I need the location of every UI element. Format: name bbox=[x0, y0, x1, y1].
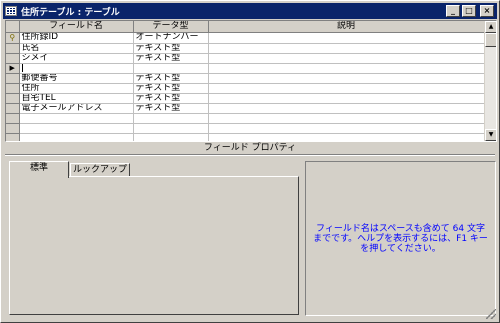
corner-selector[interactable] bbox=[6, 21, 20, 33]
general-tab-panel bbox=[9, 176, 299, 315]
data-type-cell[interactable]: オートナンバー bbox=[133, 32, 209, 44]
description-cell[interactable] bbox=[208, 32, 485, 44]
row-selector[interactable] bbox=[6, 133, 20, 141]
description-cell[interactable] bbox=[208, 123, 485, 134]
table-design-window: 住所テーブル : テーブル _ □ × フィールド名 データ型 説明 ⚲ 住所録I… bbox=[0, 0, 500, 323]
window-title: 住所テーブル : テーブル bbox=[21, 7, 120, 18]
data-type-cell[interactable]: テキスト型 bbox=[133, 43, 209, 54]
close-button[interactable]: × bbox=[480, 5, 494, 17]
data-type-cell[interactable]: テキスト型 bbox=[133, 93, 209, 104]
table-icon[interactable] bbox=[5, 6, 17, 16]
description-cell[interactable] bbox=[208, 83, 485, 94]
resize-grip-icon[interactable] bbox=[486, 309, 496, 319]
current-row-arrow-icon: ▶ bbox=[9, 63, 15, 72]
help-panel: フィールド名はスペースも含めて 64 文字までです。ヘルプを表示するには、F1 … bbox=[305, 161, 496, 316]
row-selector[interactable] bbox=[6, 43, 20, 54]
help-text: フィールド名はスペースも含めて 64 文字までです。ヘルプを表示するには、F1 … bbox=[313, 223, 488, 254]
header-field-name[interactable]: フィールド名 bbox=[19, 21, 134, 33]
row-selector[interactable] bbox=[6, 73, 20, 84]
data-type-cell[interactable]: テキスト型 bbox=[133, 103, 209, 114]
data-type-cell[interactable] bbox=[133, 113, 209, 124]
row-selector[interactable] bbox=[6, 93, 20, 104]
data-type-cell[interactable]: テキスト型 bbox=[133, 53, 209, 64]
row-selector[interactable]: ▶ bbox=[6, 63, 20, 74]
description-cell[interactable] bbox=[208, 73, 485, 84]
divider bbox=[5, 154, 495, 156]
field-name-cell[interactable]: 郵便番号 bbox=[19, 73, 134, 84]
description-cell[interactable] bbox=[208, 93, 485, 104]
field-name-cell[interactable]: 住所 bbox=[19, 83, 134, 94]
field-name-cell[interactable] bbox=[19, 63, 134, 74]
field-properties-caption: フィールド プロパティ bbox=[203, 143, 297, 153]
tab-lookup[interactable]: ルックアップ bbox=[70, 163, 130, 177]
table-row[interactable]: 電子メールアドレス テキスト型 bbox=[6, 103, 485, 114]
table-row[interactable]: ⚲ 住所録ID オートナンバー bbox=[6, 32, 485, 44]
field-name-cell[interactable] bbox=[19, 123, 134, 134]
description-cell[interactable] bbox=[208, 43, 485, 54]
data-type-cell[interactable] bbox=[133, 123, 209, 134]
tab-general[interactable]: 標準 bbox=[9, 161, 69, 178]
row-selector[interactable] bbox=[6, 123, 20, 134]
field-grid: フィールド名 データ型 説明 ⚲ 住所録ID オートナンバー 氏名 テキスト型 シメイ テキ… bbox=[5, 20, 497, 142]
field-name-cell[interactable]: 住所録ID bbox=[19, 32, 134, 44]
table-row[interactable]: 住所 テキスト型 bbox=[6, 83, 485, 94]
field-name-cell[interactable]: 氏名 bbox=[19, 43, 134, 54]
field-table: フィールド名 データ型 説明 ⚲ 住所録ID オートナンバー 氏名 テキスト型 シメイ テキ… bbox=[6, 21, 485, 141]
description-cell[interactable] bbox=[208, 53, 485, 64]
text-caret bbox=[21, 63, 23, 72]
row-selector[interactable] bbox=[6, 103, 20, 114]
table-row[interactable]: ▶ bbox=[6, 63, 485, 74]
vertical-scrollbar[interactable]: ▲ ▼ bbox=[484, 21, 496, 141]
field-name-cell[interactable]: 電子メールアドレス bbox=[19, 103, 134, 114]
scroll-down-icon[interactable]: ▼ bbox=[485, 129, 496, 141]
header-data-type[interactable]: データ型 bbox=[133, 21, 209, 33]
field-name-cell[interactable] bbox=[19, 133, 134, 141]
scroll-thumb[interactable] bbox=[485, 33, 496, 47]
data-type-cell[interactable]: テキスト型 bbox=[133, 73, 209, 84]
table-row[interactable] bbox=[6, 123, 485, 134]
description-cell[interactable] bbox=[208, 133, 485, 141]
description-cell[interactable] bbox=[208, 63, 485, 74]
minimize-button[interactable]: _ bbox=[446, 5, 460, 17]
primary-key-icon: ⚲ bbox=[9, 32, 16, 42]
field-name-cell[interactable] bbox=[19, 113, 134, 124]
title-bar[interactable]: 住所テーブル : テーブル _ □ × bbox=[3, 3, 497, 19]
field-name-cell[interactable]: 自宅TEL bbox=[19, 93, 134, 104]
description-cell[interactable] bbox=[208, 103, 485, 114]
data-type-cell[interactable]: テキスト型 bbox=[133, 83, 209, 94]
header-description[interactable]: 説明 bbox=[208, 21, 485, 33]
row-selector[interactable]: ⚲ bbox=[6, 32, 20, 44]
maximize-button[interactable]: □ bbox=[462, 5, 476, 17]
table-row[interactable]: 自宅TEL テキスト型 bbox=[6, 93, 485, 104]
row-selector[interactable] bbox=[6, 53, 20, 64]
table-row[interactable] bbox=[6, 113, 485, 124]
description-cell[interactable] bbox=[208, 113, 485, 124]
table-row[interactable]: 郵便番号 テキスト型 bbox=[6, 73, 485, 84]
row-selector[interactable] bbox=[6, 113, 20, 124]
data-type-cell[interactable] bbox=[133, 133, 209, 141]
scroll-up-icon[interactable]: ▲ bbox=[485, 21, 496, 33]
table-row[interactable]: シメイ テキスト型 bbox=[6, 53, 485, 64]
data-type-cell[interactable] bbox=[133, 63, 209, 74]
field-rows: ⚲ 住所録ID オートナンバー 氏名 テキスト型 シメイ テキスト型 ▶ 郵便番号 テキスト型 住所… bbox=[6, 32, 485, 141]
field-name-cell[interactable]: シメイ bbox=[19, 53, 134, 64]
table-row[interactable] bbox=[6, 133, 485, 141]
row-selector[interactable] bbox=[6, 83, 20, 94]
table-row[interactable]: 氏名 テキスト型 bbox=[6, 43, 485, 54]
